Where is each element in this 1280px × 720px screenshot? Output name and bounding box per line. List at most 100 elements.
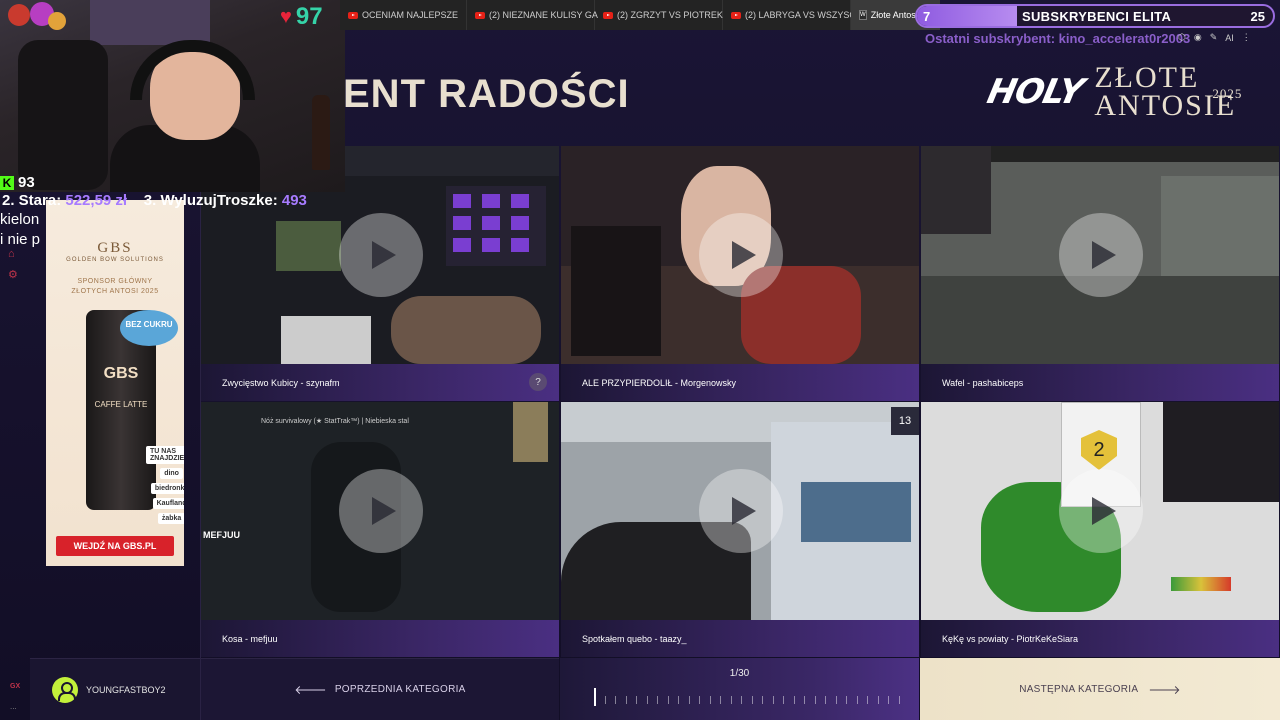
pager-tick[interactable] bbox=[762, 696, 764, 704]
previous-category-button[interactable]: 🡐 POPRZEDNIA KATEGORIA bbox=[201, 658, 559, 720]
pager-tick[interactable] bbox=[793, 696, 795, 704]
browser-toolbar-icons: ⬡ ◉ ✎ AI ⋮ bbox=[1178, 32, 1251, 43]
pager-tick[interactable] bbox=[646, 696, 648, 704]
video-card[interactable]: ALE PRZYPIERDOLIŁ - Morgenowsky bbox=[561, 146, 919, 401]
pager-tick[interactable] bbox=[741, 696, 743, 704]
video-thumbnail[interactable]: Nóż survivalowy (★ StatTrak™) | Niebiesk… bbox=[201, 402, 559, 620]
pager-tick[interactable] bbox=[625, 696, 627, 704]
donation-leaderboard: 2. Stara: 522,59 zł 3. WyluzujTroszke: 4… bbox=[2, 192, 307, 209]
gx-label[interactable]: GX bbox=[10, 683, 20, 690]
pager-tick[interactable] bbox=[699, 696, 701, 704]
video-thumbnail[interactable]: 13 bbox=[561, 402, 919, 620]
home-icon[interactable]: ⌂ bbox=[8, 248, 18, 260]
ad-brand: GBS bbox=[97, 240, 133, 256]
pager-tick[interactable] bbox=[709, 696, 711, 704]
camera-icon[interactable]: ◉ bbox=[1194, 32, 1202, 43]
leader-name: 2. Stara: bbox=[2, 192, 62, 209]
tab-label: (2) ZGRZYT VS PIOTREK bbox=[617, 10, 723, 20]
video-title: Zwycięstwo Kubicy - szynafm bbox=[201, 364, 559, 401]
sub-goal-title: SUBSKRYBENCI ELITA bbox=[1022, 8, 1172, 24]
store-badge: biedronka bbox=[150, 483, 184, 494]
video-thumbnail[interactable] bbox=[561, 146, 919, 364]
settings-icon[interactable]: ⚙ bbox=[8, 268, 18, 281]
browser-tab[interactable]: (2) LABRYGA VS WSZYSC bbox=[723, 0, 856, 30]
video-card[interactable]: 13 Spotkałem quebo - taazy_ bbox=[561, 402, 919, 657]
play-button[interactable] bbox=[339, 213, 423, 297]
leader-name: 3. WyluzujTroszke: bbox=[143, 192, 278, 209]
youtube-icon bbox=[731, 11, 742, 19]
youtube-icon bbox=[603, 11, 614, 19]
store-badges: TU NAS ZNAJDZIESZ dino biedronka Kauflan… bbox=[146, 446, 184, 524]
sub-goal-progress bbox=[917, 6, 1017, 26]
pager-tick[interactable] bbox=[615, 696, 617, 704]
sponsor-banner[interactable]: GBS GOLDEN BOW SOLUTIONS SPONSOR GŁÓWNY … bbox=[46, 200, 184, 566]
pager-tick[interactable] bbox=[667, 696, 669, 704]
pin-icon[interactable]: ✎ bbox=[1210, 32, 1218, 43]
headset-image bbox=[130, 40, 255, 100]
pager-tick[interactable] bbox=[604, 696, 606, 704]
pager-tick[interactable] bbox=[846, 696, 848, 704]
user-panel: YOUNGFASTBOY2 bbox=[30, 658, 200, 720]
streamer-overlay: MEFJUU bbox=[203, 530, 241, 540]
browser-tab[interactable]: (2) NIEZNANE KULISY GA bbox=[467, 0, 598, 30]
browser-tab-bar: OCENIAM NAJLEPSZE (2) NIEZNANE KULISY GA… bbox=[340, 0, 940, 30]
category-pager[interactable]: 1/30 bbox=[560, 658, 919, 720]
pager-tick[interactable] bbox=[856, 696, 858, 704]
pager-tick[interactable] bbox=[804, 696, 806, 704]
chair-image bbox=[18, 40, 108, 190]
pager-tick[interactable] bbox=[657, 696, 659, 704]
play-button[interactable] bbox=[1059, 213, 1143, 297]
kick-viewers: K 93 bbox=[0, 174, 35, 191]
previous-category-label: POPRZEDNIA KATEGORIA bbox=[334, 684, 466, 695]
webcam-background bbox=[90, 0, 210, 45]
help-icon[interactable]: ? bbox=[529, 373, 547, 391]
logo-holy-text: HOLY bbox=[983, 72, 1087, 112]
user-avatar-icon[interactable] bbox=[52, 676, 78, 703]
browser-tab[interactable]: OCENIAM NAJLEPSZE bbox=[340, 0, 468, 30]
video-title: Wafel - pashabiceps bbox=[921, 364, 1279, 401]
video-title: ALE PRZYPIERDOLIŁ - Morgenowsky bbox=[561, 364, 919, 401]
play-button[interactable] bbox=[1059, 469, 1143, 553]
pager-tick[interactable] bbox=[867, 696, 869, 704]
video-card[interactable]: 2 KęKę vs powiaty - PiotrKeKeSiara bbox=[921, 402, 1279, 657]
pager-tick[interactable] bbox=[720, 696, 722, 704]
can-sub: CAFFE LATTE bbox=[94, 400, 148, 409]
pager-tick[interactable] bbox=[888, 696, 890, 704]
tab-label: (2) NIEZNANE KULISY GA bbox=[489, 10, 598, 20]
pager-tick[interactable] bbox=[678, 696, 680, 704]
video-thumbnail[interactable]: 2 bbox=[921, 402, 1279, 620]
pager-tick[interactable] bbox=[899, 696, 900, 704]
sub-goal-target: 25 bbox=[1250, 8, 1265, 24]
pager-tick[interactable] bbox=[730, 696, 732, 704]
play-button[interactable] bbox=[699, 213, 783, 297]
ai-button[interactable]: AI bbox=[1225, 33, 1234, 43]
pager-tick[interactable] bbox=[814, 696, 816, 704]
next-category-button[interactable]: NASTĘPNA KATEGORIA 🡒 bbox=[920, 658, 1280, 720]
pager-tick[interactable] bbox=[688, 696, 690, 704]
pager-tick[interactable] bbox=[825, 696, 827, 704]
pager-tick-current[interactable] bbox=[594, 688, 596, 706]
next-category-label: NASTĘPNA KATEGORIA bbox=[1019, 683, 1139, 695]
menu-icon[interactable]: ⋮ bbox=[1242, 32, 1251, 43]
chat-snippet: kielon bbox=[0, 211, 40, 228]
pager-tick[interactable] bbox=[772, 696, 774, 704]
video-card[interactable]: Nóż survivalowy (★ StatTrak™) | Niebiesk… bbox=[201, 402, 559, 657]
play-button[interactable] bbox=[699, 469, 783, 553]
extension-icon[interactable]: ⬡ bbox=[1178, 32, 1186, 43]
logo-zlote-antosie: ZŁOTE ANTOSIE 2025 bbox=[1094, 63, 1241, 121]
pager-tick[interactable] bbox=[835, 696, 837, 704]
video-card[interactable]: Wafel - pashabiceps bbox=[921, 146, 1279, 401]
pager-tick[interactable] bbox=[783, 696, 785, 704]
pager-track[interactable] bbox=[594, 688, 900, 706]
item-name-text: Nóż survivalowy (★ StatTrak™) | Niebiesk… bbox=[261, 418, 409, 425]
pager-tick[interactable] bbox=[636, 696, 638, 704]
pager-tick[interactable] bbox=[877, 696, 879, 704]
browser-tab[interactable]: (2) ZGRZYT VS PIOTREK bbox=[595, 0, 724, 30]
video-thumbnail[interactable] bbox=[921, 146, 1279, 364]
pager-tick[interactable] bbox=[751, 696, 753, 704]
sub-goal-current: 7 bbox=[923, 8, 931, 24]
ad-cta-button[interactable]: WEJDŹ NA GBS.PL bbox=[56, 536, 174, 556]
play-button[interactable] bbox=[339, 469, 423, 553]
more-icon[interactable]: ... bbox=[10, 702, 17, 711]
kick-count: 93 bbox=[18, 174, 35, 191]
